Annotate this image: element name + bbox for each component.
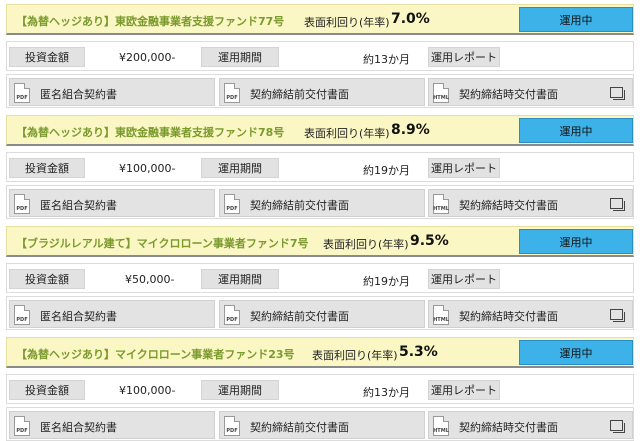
document-row: PDF 匿名組合契約書 PDF 契約締結前交付書面 HTML 契約締結時交付書面: [6, 185, 634, 219]
document-link[interactable]: PDF 匿名組合契約書: [9, 78, 215, 106]
open-window-icon: [610, 198, 625, 211]
investment-amount: ¥50,000-: [125, 273, 175, 286]
html-file-icon: HTML: [433, 305, 449, 325]
fund-card: 【為替ヘッジあり】東欧金融事業者支援ファンド78号 表面利回り(年率) 8.9%…: [6, 115, 634, 219]
document-label: 契約締結前交付書面: [250, 310, 349, 323]
document-label: 契約締結時交付書面: [459, 421, 558, 434]
fund-card: 【為替ヘッジあり】マイクロローン事業者ファンド23号 表面利回り(年率) 5.3…: [6, 337, 634, 441]
yield-label: 表面利回り(年率): [312, 349, 398, 362]
document-row: PDF 匿名組合契約書 PDF 契約締結前交付書面 HTML 契約締結時交付書面: [6, 407, 634, 441]
status-button[interactable]: 運用中: [519, 7, 633, 32]
document-label: 契約締結前交付書面: [250, 421, 349, 434]
report-button[interactable]: 運用レポート: [428, 269, 500, 289]
pdf-file-icon: PDF: [14, 305, 30, 325]
investment-label: 投資金額: [9, 47, 85, 67]
document-link[interactable]: HTML 契約締結時交付書面: [428, 189, 633, 217]
document-row: PDF 匿名組合契約書 PDF 契約締結前交付書面 HTML 契約締結時交付書面: [6, 74, 634, 108]
fund-list: 【為替ヘッジあり】東欧金融事業者支援ファンド77号 表面利回り(年率) 7.0%…: [0, 0, 640, 441]
period-value: 約13か月: [363, 386, 410, 399]
report-button[interactable]: 運用レポート: [428, 47, 500, 67]
investment-amount: ¥200,000-: [119, 51, 176, 64]
period-value: 約13か月: [363, 53, 410, 66]
status-button[interactable]: 運用中: [519, 229, 633, 254]
status-button[interactable]: 運用中: [519, 340, 633, 365]
yield-value: 5.3%: [399, 344, 438, 360]
document-label: 契約締結時交付書面: [459, 88, 558, 101]
document-label: 匿名組合契約書: [40, 421, 117, 434]
investment-amount: ¥100,000-: [119, 384, 176, 397]
yield-label: 表面利回り(年率): [304, 127, 390, 140]
yield-label: 表面利回り(年率): [304, 16, 390, 29]
document-label: 匿名組合契約書: [40, 88, 117, 101]
yield-value: 9.5%: [410, 233, 449, 249]
period-label: 運用期間: [201, 47, 279, 67]
info-row: 投資金額 ¥200,000- 運用期間 約13か月 運用レポート: [6, 41, 634, 71]
document-link[interactable]: PDF 匿名組合契約書: [9, 411, 215, 439]
pdf-file-icon: PDF: [14, 416, 30, 436]
yield-label: 表面利回り(年率): [323, 238, 409, 251]
fund-card: 【ブラジルレアル建て】マイクロローン事業者ファンド7号 表面利回り(年率) 9.…: [6, 226, 634, 330]
investment-amount: ¥100,000-: [119, 162, 176, 175]
document-link[interactable]: PDF 匿名組合契約書: [9, 300, 215, 328]
period-label: 運用期間: [201, 380, 279, 400]
report-button[interactable]: 運用レポート: [428, 158, 500, 178]
investment-label: 投資金額: [9, 380, 85, 400]
fund-header: 【為替ヘッジあり】東欧金融事業者支援ファンド77号 表面利回り(年率) 7.0%…: [6, 4, 634, 35]
document-link[interactable]: HTML 契約締結時交付書面: [428, 411, 633, 439]
pdf-file-icon: PDF: [224, 416, 240, 436]
pdf-file-icon: PDF: [14, 194, 30, 214]
document-link[interactable]: HTML 契約締結時交付書面: [428, 300, 633, 328]
pdf-file-icon: PDF: [224, 305, 240, 325]
report-button[interactable]: 運用レポート: [428, 380, 500, 400]
document-label: 匿名組合契約書: [40, 199, 117, 212]
fund-header: 【ブラジルレアル建て】マイクロローン事業者ファンド7号 表面利回り(年率) 9.…: [6, 226, 634, 257]
document-row: PDF 匿名組合契約書 PDF 契約締結前交付書面 HTML 契約締結時交付書面: [6, 296, 634, 330]
fund-header: 【為替ヘッジあり】マイクロローン事業者ファンド23号 表面利回り(年率) 5.3…: [6, 337, 634, 368]
document-link[interactable]: PDF 契約締結前交付書面: [219, 411, 425, 439]
info-row: 投資金額 ¥50,000- 運用期間 約19か月 運用レポート: [6, 263, 634, 293]
document-link[interactable]: PDF 契約締結前交付書面: [219, 300, 425, 328]
period-value: 約19か月: [363, 275, 410, 288]
fund-card: 【為替ヘッジあり】東欧金融事業者支援ファンド77号 表面利回り(年率) 7.0%…: [6, 4, 634, 108]
document-label: 契約締結前交付書面: [250, 199, 349, 212]
document-label: 契約締結時交付書面: [459, 310, 558, 323]
html-file-icon: HTML: [433, 83, 449, 103]
html-file-icon: HTML: [433, 194, 449, 214]
document-link[interactable]: PDF 匿名組合契約書: [9, 189, 215, 217]
investment-label: 投資金額: [9, 158, 85, 178]
document-link[interactable]: PDF 契約締結前交付書面: [219, 189, 425, 217]
fund-title[interactable]: 【ブラジルレアル建て】マイクロローン事業者ファンド7号: [16, 235, 309, 251]
pdf-file-icon: PDF: [224, 83, 240, 103]
open-window-icon: [610, 87, 625, 100]
fund-title[interactable]: 【為替ヘッジあり】東欧金融事業者支援ファンド78号: [16, 124, 284, 140]
yield-value: 7.0%: [391, 11, 430, 27]
period-label: 運用期間: [201, 269, 279, 289]
document-label: 匿名組合契約書: [40, 310, 117, 323]
pdf-file-icon: PDF: [14, 83, 30, 103]
info-row: 投資金額 ¥100,000- 運用期間 約19か月 運用レポート: [6, 152, 634, 182]
html-file-icon: HTML: [433, 416, 449, 436]
period-value: 約19か月: [363, 164, 410, 177]
document-link[interactable]: PDF 契約締結前交付書面: [219, 78, 425, 106]
document-label: 契約締結前交付書面: [250, 88, 349, 101]
fund-header: 【為替ヘッジあり】東欧金融事業者支援ファンド78号 表面利回り(年率) 8.9%…: [6, 115, 634, 146]
open-window-icon: [610, 309, 625, 322]
document-link[interactable]: HTML 契約締結時交付書面: [428, 78, 633, 106]
open-window-icon: [610, 420, 625, 433]
investment-label: 投資金額: [9, 269, 85, 289]
fund-title[interactable]: 【為替ヘッジあり】東欧金融事業者支援ファンド77号: [16, 13, 284, 29]
info-row: 投資金額 ¥100,000- 運用期間 約13か月 運用レポート: [6, 374, 634, 404]
document-label: 契約締結時交付書面: [459, 199, 558, 212]
fund-title[interactable]: 【為替ヘッジあり】マイクロローン事業者ファンド23号: [16, 346, 295, 362]
pdf-file-icon: PDF: [224, 194, 240, 214]
status-button[interactable]: 運用中: [519, 118, 633, 143]
period-label: 運用期間: [201, 158, 279, 178]
yield-value: 8.9%: [391, 122, 430, 138]
